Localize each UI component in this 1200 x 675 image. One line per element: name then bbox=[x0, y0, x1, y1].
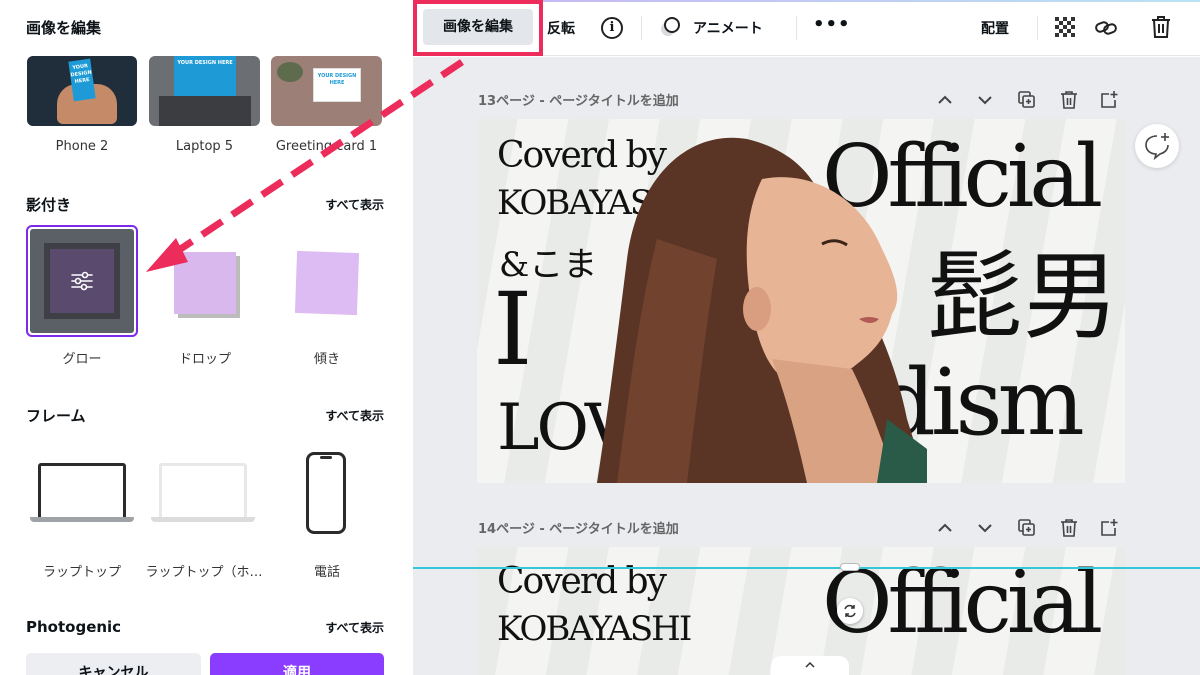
mockup-phone-2-thumbnail[interactable]: YOUR DESIGN HERE bbox=[27, 56, 137, 126]
comment-icon bbox=[1145, 133, 1169, 161]
page-13-title[interactable]: 13ページ - ページタイトルを追加 bbox=[478, 90, 679, 109]
frame-laptop-thumbnail[interactable] bbox=[38, 463, 126, 520]
toolbar-divider bbox=[1037, 16, 1038, 40]
animate-button[interactable]: アニメート bbox=[693, 18, 763, 38]
move-up-icon[interactable] bbox=[935, 518, 955, 538]
mockup-greeting-card-thumbnail[interactable]: YOUR DESIGN HERE bbox=[271, 56, 382, 126]
delete-page-icon[interactable] bbox=[1059, 90, 1079, 110]
woman-photo-image[interactable] bbox=[597, 119, 927, 483]
section-title-frames: フレーム bbox=[26, 407, 86, 425]
toolbar-divider bbox=[796, 16, 797, 40]
frame-phone-thumbnail[interactable] bbox=[306, 452, 346, 534]
image-toolbar: 画像を編集 反転 i アニメート ••• 配置 bbox=[413, 0, 1200, 56]
alignment-guide-line bbox=[413, 567, 1200, 569]
add-comment-button[interactable] bbox=[1135, 124, 1179, 168]
panel-title: 画像を編集 bbox=[26, 19, 102, 37]
effect-label: ドロップ bbox=[178, 352, 231, 367]
frame-label: ラップトップ（ホ… bbox=[145, 565, 263, 580]
app-root: 画像を編集 YOUR DESIGN HERE YOUR DESIGN HERE … bbox=[0, 0, 1200, 675]
mockup-label: Phone 2 bbox=[55, 139, 109, 154]
laptop-base-image bbox=[159, 96, 251, 126]
chevron-up-icon bbox=[805, 661, 815, 668]
move-up-icon[interactable] bbox=[935, 90, 955, 110]
effect-tilt-thumbnail[interactable] bbox=[294, 250, 360, 316]
transparency-icon[interactable] bbox=[1055, 17, 1077, 39]
slide-text-hige[interactable]: 髭男 bbox=[927, 219, 1119, 358]
toolbar-divider bbox=[641, 16, 642, 40]
effect-glow-thumbnail[interactable] bbox=[26, 225, 138, 337]
delete-page-icon[interactable] bbox=[1059, 518, 1079, 538]
add-page-icon[interactable] bbox=[1099, 90, 1119, 110]
trash-icon[interactable] bbox=[1150, 15, 1172, 39]
see-all-shadows-link[interactable]: すべて表示 bbox=[325, 196, 384, 213]
show-pages-tab[interactable] bbox=[771, 656, 849, 675]
section-title-shadows: 影付き bbox=[26, 196, 72, 214]
rotate-icon bbox=[844, 604, 856, 618]
see-all-photogenic-link[interactable]: すべて表示 bbox=[325, 619, 384, 636]
slide-text-kobayashi[interactable]: KOBAYASHI bbox=[497, 609, 692, 649]
design-canvas: 13ページ - ページタイトルを追加 Official 髭男 dism Cove… bbox=[413, 57, 1200, 675]
edit-image-button[interactable]: 画像を編集 bbox=[423, 9, 533, 45]
laptop-base-shape bbox=[30, 517, 134, 522]
apply-button[interactable]: 適用 bbox=[210, 653, 384, 675]
page-13-slide[interactable]: Official 髭男 dism Coverd by KOBAYAS &こま I… bbox=[477, 119, 1125, 483]
animate-icon[interactable] bbox=[659, 16, 681, 38]
link-icon[interactable] bbox=[1094, 16, 1118, 40]
arrange-button[interactable]: 配置 bbox=[981, 18, 1009, 38]
info-icon[interactable]: i bbox=[601, 17, 623, 39]
adjust-sliders-icon[interactable] bbox=[69, 268, 95, 294]
move-down-icon[interactable] bbox=[975, 90, 995, 110]
laptop-base-shape bbox=[151, 517, 255, 522]
resize-handle[interactable] bbox=[840, 563, 860, 571]
slide-text-i[interactable]: I bbox=[493, 271, 533, 388]
mockup-label: Laptop 5 bbox=[175, 139, 234, 154]
mockup-label: Greeting card 1 bbox=[275, 139, 378, 154]
effect-label: 傾き bbox=[313, 352, 340, 367]
move-down-icon[interactable] bbox=[975, 518, 995, 538]
rotate-handle[interactable] bbox=[837, 598, 863, 624]
mockup-screen-text: YOUR DESIGN HERE bbox=[68, 58, 96, 102]
see-all-frames-link[interactable]: すべて表示 bbox=[325, 407, 384, 424]
page-14-tools bbox=[935, 518, 1125, 538]
section-title-photogenic: Photogenic bbox=[26, 618, 122, 636]
flip-button[interactable]: 反転 bbox=[547, 18, 575, 38]
effect-label: グロー bbox=[62, 352, 102, 367]
page-14-title[interactable]: 14ページ - ページタイトルを追加 bbox=[478, 518, 679, 537]
edit-image-panel: 画像を編集 YOUR DESIGN HERE YOUR DESIGN HERE … bbox=[0, 0, 413, 675]
page-13-tools bbox=[935, 90, 1125, 110]
phone-notch bbox=[320, 456, 332, 459]
frame-label: 電話 bbox=[313, 565, 340, 580]
duplicate-page-icon[interactable] bbox=[1017, 518, 1037, 538]
effect-drop-thumbnail[interactable] bbox=[174, 252, 236, 314]
mockup-screen-text: YOUR DESIGN HERE bbox=[313, 68, 361, 102]
more-options-icon[interactable]: ••• bbox=[813, 14, 851, 35]
cancel-button[interactable]: キャンセル bbox=[26, 653, 201, 675]
leaf-image bbox=[277, 62, 303, 82]
frame-label: ラップトップ bbox=[42, 565, 121, 580]
mockup-laptop-5-thumbnail[interactable]: YOUR DESIGN HERE bbox=[149, 56, 260, 126]
mockup-screen-text: YOUR DESIGN HERE bbox=[174, 56, 236, 96]
frame-laptop-home-thumbnail[interactable] bbox=[159, 463, 247, 520]
duplicate-page-icon[interactable] bbox=[1017, 90, 1037, 110]
add-page-icon[interactable] bbox=[1099, 518, 1119, 538]
